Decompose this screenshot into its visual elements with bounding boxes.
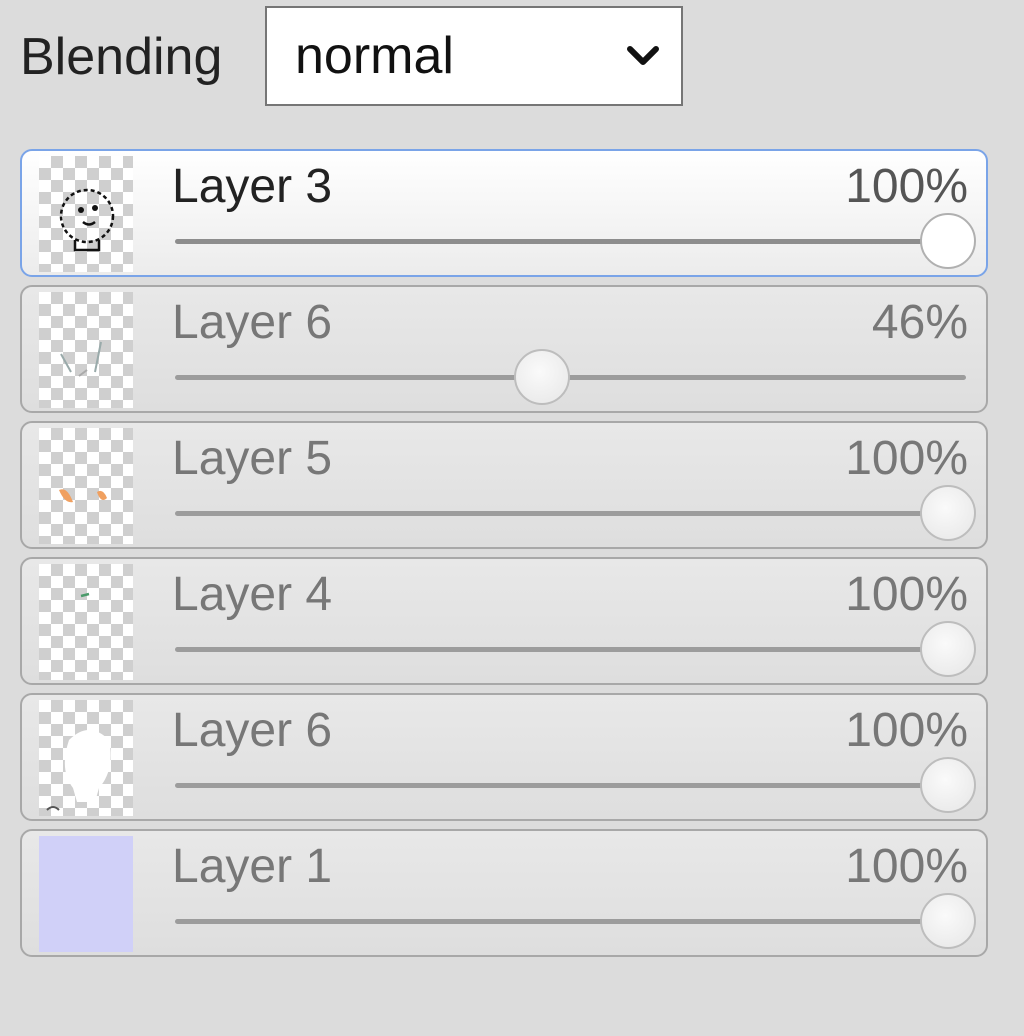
layer-opacity-value: 100% xyxy=(845,840,968,893)
layer-row[interactable]: Layer 6 46% xyxy=(20,285,988,413)
opacity-slider-track[interactable] xyxy=(175,239,966,244)
layer-opacity-value: 100% xyxy=(845,568,968,621)
opacity-slider-track[interactable] xyxy=(175,783,966,788)
opacity-slider-handle[interactable] xyxy=(514,349,571,405)
layer-thumbnail xyxy=(39,564,133,680)
layer-thumbnail xyxy=(39,292,133,408)
layer-name: Layer 5 xyxy=(172,432,333,485)
opacity-slider-track[interactable] xyxy=(175,511,966,516)
layer-thumbnail xyxy=(39,836,133,952)
opacity-slider-handle[interactable] xyxy=(920,485,976,541)
layer-row[interactable]: Layer 4 100% xyxy=(20,557,988,685)
blending-selected-value: normal xyxy=(295,27,454,85)
layer-thumbnail xyxy=(39,428,133,544)
layer-row[interactable]: Layer 3 100% xyxy=(20,149,988,277)
layer-row[interactable]: Layer 5 100% xyxy=(20,421,988,549)
opacity-slider-track[interactable] xyxy=(175,919,966,924)
blending-label: Blending xyxy=(20,28,223,86)
opacity-slider-handle[interactable] xyxy=(920,893,976,949)
layer-name: Layer 1 xyxy=(172,840,333,893)
layer-opacity-value: 100% xyxy=(845,160,968,213)
layer-name: Layer 4 xyxy=(172,568,333,621)
layer-thumbnail xyxy=(39,700,133,816)
chevron-down-icon xyxy=(627,46,659,65)
blending-row: Blending xyxy=(20,5,244,109)
opacity-slider-track[interactable] xyxy=(175,647,966,652)
opacity-slider-handle[interactable] xyxy=(920,621,976,677)
opacity-slider-handle[interactable] xyxy=(920,757,976,813)
layer-opacity-value: 100% xyxy=(845,704,968,757)
blending-select[interactable]: normal xyxy=(265,6,683,106)
layer-name: Layer 6 xyxy=(172,704,333,757)
layer-row[interactable]: Layer 1 100% xyxy=(20,829,988,957)
layer-thumbnail xyxy=(39,156,133,272)
layer-name: Layer 3 xyxy=(172,160,333,213)
opacity-slider-handle[interactable] xyxy=(920,213,976,269)
layer-row[interactable]: Layer 6 100% xyxy=(20,693,988,821)
opacity-slider-track[interactable] xyxy=(175,375,966,380)
layer-name: Layer 6 xyxy=(172,296,333,349)
layer-opacity-value: 100% xyxy=(845,432,968,485)
layer-opacity-value: 46% xyxy=(871,296,968,349)
